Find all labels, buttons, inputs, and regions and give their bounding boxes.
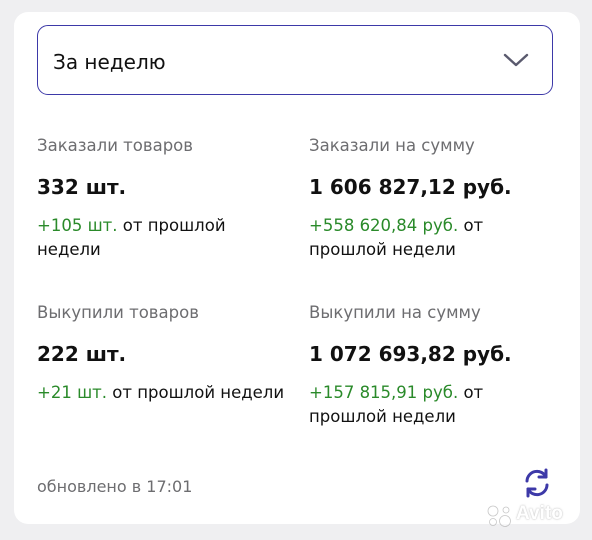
stats-card: За неделю Заказали товаров 332 шт. +105 …: [14, 12, 580, 524]
stat-delta-value: +558 620,84 руб.: [309, 216, 459, 235]
updated-timestamp: обновлено в 17:01: [37, 477, 193, 496]
refresh-icon[interactable]: [520, 466, 554, 500]
stat-ordered-sum: Заказали на сумму 1 606 827,12 руб. +558…: [309, 136, 559, 262]
period-select[interactable]: За неделю: [37, 25, 553, 95]
chevron-down-icon: [503, 53, 529, 67]
stat-label: Заказали на сумму: [309, 136, 475, 155]
stat-bought-items: Выкупили товаров 222 шт. +21 шт. от прош…: [37, 303, 307, 405]
stat-ordered-items: Заказали товаров 332 шт. +105 шт. от про…: [37, 136, 287, 262]
stat-delta: +105 шт. от прошлой недели: [37, 214, 287, 262]
stat-delta: +558 620,84 руб. от прошлой недели: [309, 214, 559, 262]
period-select-value: За неделю: [53, 50, 166, 74]
stat-bought-sum: Выкупили на сумму 1 072 693,82 руб. +157…: [309, 303, 559, 429]
stat-label: Выкупили на сумму: [309, 303, 481, 322]
stat-delta: +21 шт. от прошлой недели: [37, 381, 307, 405]
stat-value: 1 606 827,12 руб.: [309, 175, 512, 199]
stat-delta: +157 815,91 руб. от прошлой недели: [309, 381, 559, 429]
watermark-text: Avito: [516, 503, 563, 524]
stat-label: Выкупили товаров: [37, 303, 199, 322]
stat-value: 332 шт.: [37, 175, 127, 199]
stat-label: Заказали товаров: [37, 136, 194, 155]
stat-delta-value: +157 815,91 руб.: [309, 383, 459, 402]
stat-delta-suffix: от прошлой недели: [107, 383, 285, 402]
stat-delta-value: +105 шт.: [37, 216, 118, 235]
avito-logo-icon: [487, 505, 511, 527]
stat-delta-value: +21 шт.: [37, 383, 108, 402]
stat-value: 1 072 693,82 руб.: [309, 342, 512, 366]
avito-watermark: Avito: [486, 502, 578, 528]
stat-value: 222 шт.: [37, 342, 127, 366]
